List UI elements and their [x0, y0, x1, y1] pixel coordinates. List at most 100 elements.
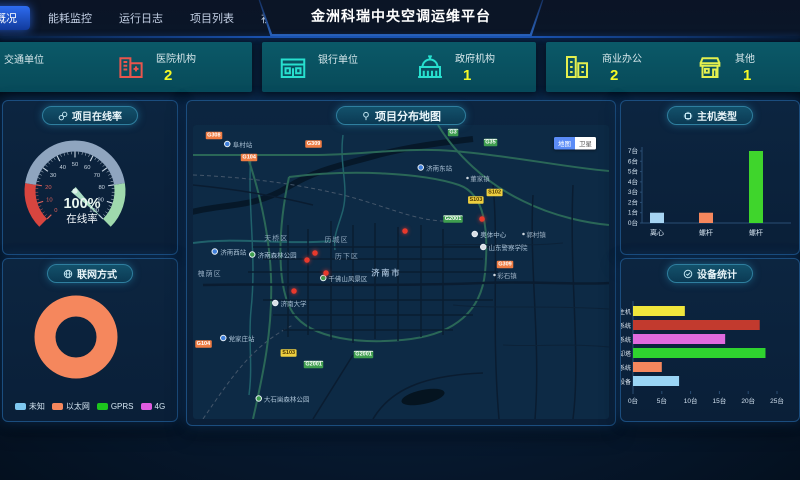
device-stats-bar-chart: 主机电系统水系统冷却塔风系统其他设备0台5台10台15台20台25台	[621, 291, 799, 417]
svg-text:10: 10	[46, 197, 52, 203]
shop-icon	[695, 52, 725, 82]
marker-label: 济南东站	[426, 163, 452, 173]
tab-run-log[interactable]: 运行日志	[110, 6, 172, 30]
project-dot[interactable]	[323, 270, 329, 276]
legend-label: 以太网	[66, 401, 90, 412]
marker-label: 千佛山风景区	[328, 273, 367, 283]
stat-item-hospital: 医院机构2	[100, 50, 252, 84]
legend-label: 未知	[29, 401, 45, 412]
road-badge: G104	[241, 154, 257, 162]
panel-network-type: 联网方式 未知 以太网 GPRS 4G	[2, 258, 178, 422]
marker-label: 奥体中心	[480, 229, 506, 239]
town-label: 彩石镇	[493, 270, 517, 280]
bar-水系统	[633, 334, 725, 344]
stat-item-government: 政府机构1	[399, 50, 536, 84]
road-badge: G308	[206, 131, 222, 139]
stat-texts: 其他1	[735, 50, 755, 84]
district-label: 槐荫区	[198, 268, 222, 278]
park-pin-icon	[249, 251, 256, 258]
toggle-satellite-mode-button[interactable]: 卫星	[575, 137, 596, 150]
stat-value: 1	[743, 67, 755, 84]
station-pin-icon	[224, 141, 231, 148]
svg-text:冷却塔: 冷却塔	[621, 350, 631, 358]
legend-item-gprs[interactable]: GPRS	[97, 401, 134, 412]
svg-text:螺杆: 螺杆	[699, 228, 713, 237]
park-pin-icon	[255, 395, 262, 402]
road-badge: G309	[305, 140, 321, 148]
online-rate-gauge: 0102030405060708090100100%在线率	[3, 125, 177, 251]
bar-其他设备	[633, 376, 679, 386]
project-dot[interactable]	[402, 228, 408, 234]
svg-text:0台: 0台	[628, 218, 638, 227]
bar-电系统	[633, 320, 760, 330]
tab-project-list[interactable]: 项目列表	[181, 6, 243, 30]
svg-text:100%: 100%	[63, 196, 100, 212]
map-area[interactable]: 济南市天桥区历城区历下区槐荫区董家镇郭村镇彩石镇济南西站济南东站党家庄站阜村站济…	[193, 125, 609, 419]
road-badge: G104	[195, 340, 211, 348]
tab-energy-monitor[interactable]: 能耗监控	[39, 6, 101, 30]
project-dot[interactable]	[479, 216, 485, 222]
legend-item-4g[interactable]: 4G	[141, 401, 166, 412]
stat-value: 2	[164, 67, 196, 84]
pin-icon	[361, 111, 371, 121]
marker-label: 济南森林公园	[258, 250, 297, 260]
panel-host-type-title: 主机类型	[697, 108, 737, 123]
stat-item-traffic: 交通单位	[0, 51, 100, 83]
city-label: 济南市	[371, 266, 401, 278]
district-label: 天桥区	[264, 233, 288, 243]
stat-card: 商业办公2 其他1	[546, 42, 800, 92]
map-marker-station[interactable]: 济南东站	[418, 163, 453, 173]
check-icon	[683, 269, 693, 279]
map-marker-school[interactable]: 奥体中心	[472, 229, 507, 239]
panel-network-type-header: 联网方式	[47, 264, 133, 283]
station-pin-icon	[220, 335, 227, 342]
svg-text:15台: 15台	[713, 396, 727, 405]
legend-item-ethernet[interactable]: 以太网	[52, 401, 90, 412]
stat-texts: 商业办公2	[602, 50, 642, 84]
svg-text:10台: 10台	[684, 396, 698, 405]
map-marker-station[interactable]: 阜村站	[224, 139, 252, 149]
panel-project-map-header: 项目分布地图	[336, 106, 466, 125]
map-overlay-layer: 济南市天桥区历城区历下区槐荫区董家镇郭村镇彩石镇济南西站济南东站党家庄站阜村站济…	[193, 125, 609, 419]
chip-icon	[683, 111, 693, 121]
map-marker-school[interactable]: 济南大学	[272, 298, 307, 308]
project-dot[interactable]	[304, 257, 310, 263]
road-badge: G2001	[304, 361, 324, 369]
legend-item-unknown[interactable]: 未知	[15, 401, 45, 412]
svg-text:风系统: 风系统	[621, 364, 631, 372]
panel-online-rate-header: 项目在线率	[42, 106, 138, 125]
svg-text:离心: 离心	[650, 228, 664, 237]
svg-text:20: 20	[45, 185, 51, 191]
stat-value	[326, 68, 358, 83]
legend-label: 4G	[155, 402, 166, 411]
toggle-map-mode-button[interactable]: 地图	[554, 137, 575, 150]
map-marker-park[interactable]: 大石崮森林公园	[255, 394, 309, 404]
svg-text:7台: 7台	[628, 146, 638, 155]
panel-online-rate-title: 项目在线率	[72, 108, 122, 123]
map-marker-park[interactable]: 济南森林公园	[249, 250, 297, 260]
svg-text:20台: 20台	[741, 396, 755, 405]
road-badge: S103	[468, 196, 484, 204]
svg-text:40: 40	[60, 165, 66, 171]
svg-text:0: 0	[54, 208, 57, 214]
road-badge: G2001	[443, 215, 463, 223]
town-label: 郭村镇	[522, 229, 546, 239]
svg-text:80: 80	[98, 185, 104, 191]
svg-text:5台: 5台	[657, 396, 667, 405]
map-marker-school[interactable]: 山东警察学院	[480, 242, 528, 252]
svg-text:1台: 1台	[628, 208, 638, 217]
svg-text:4台: 4台	[628, 177, 638, 186]
map-marker-station[interactable]: 党家庄站	[220, 333, 255, 343]
stat-card: 交通单位医院机构2	[0, 42, 252, 92]
road-badge: G3	[448, 129, 458, 137]
tab-overview[interactable]: 概况	[0, 6, 30, 30]
project-dot[interactable]	[312, 250, 318, 256]
globe-icon	[63, 269, 73, 279]
road-badge: S103	[281, 349, 297, 357]
stat-label: 银行单位	[318, 51, 358, 66]
bank-icon	[278, 52, 308, 82]
panel-device-stats-header: 设备统计	[667, 264, 753, 283]
map-marker-station[interactable]: 济南西站	[212, 247, 247, 257]
legend-swatch	[52, 403, 63, 410]
project-dot[interactable]	[291, 288, 297, 294]
